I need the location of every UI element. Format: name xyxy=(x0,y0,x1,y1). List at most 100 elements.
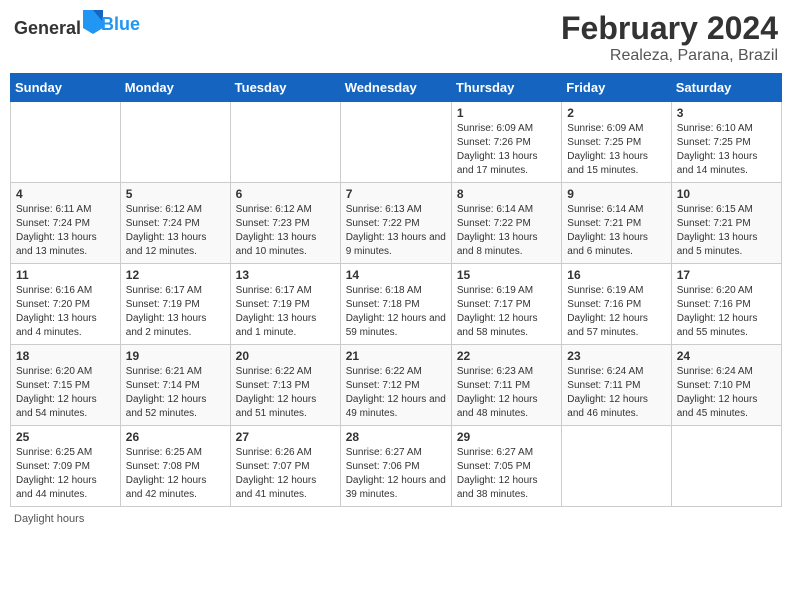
calendar-cell: 26 Sunrise: 6:25 AM Sunset: 7:08 PM Dayli… xyxy=(120,426,230,507)
day-info: Sunrise: 6:11 AM Sunset: 7:24 PM Dayligh… xyxy=(16,203,115,259)
day-number: 14 xyxy=(346,268,446,282)
day-info: Sunrise: 6:27 AM Sunset: 7:06 PM Dayligh… xyxy=(346,446,446,502)
day-number: 12 xyxy=(126,268,225,282)
calendar-cell: 4Sunrise: 6:11 AM Sunset: 7:24 PM Daylig… xyxy=(11,183,121,264)
day-info: Sunrise: 6:21 AM Sunset: 7:14 PM Dayligh… xyxy=(126,365,225,421)
day-number: 26 xyxy=(126,430,225,444)
day-number: 10 xyxy=(677,187,776,201)
calendar-cell: 3 Sunrise: 6:10 AM Sunset: 7:25 PM Daylig… xyxy=(671,102,781,183)
day-number: 16 xyxy=(567,268,665,282)
day-info: Sunrise: 6:12 AM Sunset: 7:23 PM Dayligh… xyxy=(236,203,335,259)
header: General Blue February 2024 Realeza, Para… xyxy=(10,10,782,65)
calendar-cell: 24Sunrise: 6:24 AM Sunset: 7:10 PM Dayli… xyxy=(671,345,781,426)
week-row-3: 11 Sunrise: 6:16 AM Sunset: 7:20 PM Dayli… xyxy=(11,264,782,345)
day-info: Sunrise: 6:09 AM Sunset: 7:26 PM Dayligh… xyxy=(457,122,556,178)
day-number: 15 xyxy=(457,268,556,282)
title-section: February 2024 Realeza, Parana, Brazil xyxy=(561,10,778,65)
calendar-cell: 12Sunrise: 6:17 AM Sunset: 7:19 PM Dayli… xyxy=(120,264,230,345)
calendar-cell: 16 Sunrise: 6:19 AM Sunset: 7:16 PM Dayli… xyxy=(562,264,671,345)
main-title: February 2024 xyxy=(561,10,778,47)
day-info: Sunrise: 6:14 AM Sunset: 7:22 PM Dayligh… xyxy=(457,203,556,259)
day-info: Sunrise: 6:18 AM Sunset: 7:18 PM Dayligh… xyxy=(346,284,446,340)
sub-title: Realeza, Parana, Brazil xyxy=(561,47,778,65)
day-number: 9 xyxy=(567,187,665,201)
day-info: Sunrise: 6:15 AM Sunset: 7:21 PM Dayligh… xyxy=(677,203,776,259)
calendar-body: 1 Sunrise: 6:09 AM Sunset: 7:26 PM Daylig… xyxy=(11,102,782,507)
calendar-cell: 28 Sunrise: 6:27 AM Sunset: 7:06 PM Dayli… xyxy=(340,426,451,507)
calendar-cell: 17 Sunrise: 6:20 AM Sunset: 7:16 PM Dayli… xyxy=(671,264,781,345)
day-of-week-row: SundayMondayTuesdayWednesdayThursdayFrid… xyxy=(11,74,782,102)
calendar-cell: 1 Sunrise: 6:09 AM Sunset: 7:26 PM Daylig… xyxy=(451,102,561,183)
day-info: Sunrise: 6:19 AM Sunset: 7:16 PM Dayligh… xyxy=(567,284,665,340)
day-info: Sunrise: 6:22 AM Sunset: 7:13 PM Dayligh… xyxy=(236,365,335,421)
day-number: 2 xyxy=(567,106,665,120)
calendar-cell: 18 Sunrise: 6:20 AM Sunset: 7:15 PM Dayli… xyxy=(11,345,121,426)
calendar-cell xyxy=(671,426,781,507)
dow-header-thursday: Thursday xyxy=(451,74,561,102)
calendar-cell xyxy=(340,102,451,183)
day-number: 20 xyxy=(236,349,335,363)
dow-header-wednesday: Wednesday xyxy=(340,74,451,102)
calendar-cell: 29 Sunrise: 6:27 AM Sunset: 7:05 PM Dayli… xyxy=(451,426,561,507)
day-info: Sunrise: 6:27 AM Sunset: 7:05 PM Dayligh… xyxy=(457,446,556,502)
day-number: 22 xyxy=(457,349,556,363)
day-number: 21 xyxy=(346,349,446,363)
calendar-cell: 10 Sunrise: 6:15 AM Sunset: 7:21 PM Dayli… xyxy=(671,183,781,264)
dow-header-friday: Friday xyxy=(562,74,671,102)
dow-header-sunday: Sunday xyxy=(11,74,121,102)
day-info: Sunrise: 6:19 AM Sunset: 7:17 PM Dayligh… xyxy=(457,284,556,340)
day-info: Sunrise: 6:20 AM Sunset: 7:16 PM Dayligh… xyxy=(677,284,776,340)
day-number: 28 xyxy=(346,430,446,444)
calendar-cell: 13Sunrise: 6:17 AM Sunset: 7:19 PM Dayli… xyxy=(230,264,340,345)
calendar-cell xyxy=(562,426,671,507)
calendar-cell: 8 Sunrise: 6:14 AM Sunset: 7:22 PM Daylig… xyxy=(451,183,561,264)
dow-header-monday: Monday xyxy=(120,74,230,102)
calendar-cell: 5Sunrise: 6:12 AM Sunset: 7:24 PM Daylig… xyxy=(120,183,230,264)
day-number: 29 xyxy=(457,430,556,444)
day-info: Sunrise: 6:26 AM Sunset: 7:07 PM Dayligh… xyxy=(236,446,335,502)
calendar-cell: 21 Sunrise: 6:22 AM Sunset: 7:12 PM Dayli… xyxy=(340,345,451,426)
day-info: Sunrise: 6:25 AM Sunset: 7:09 PM Dayligh… xyxy=(16,446,115,502)
calendar-cell: 14 Sunrise: 6:18 AM Sunset: 7:18 PM Dayli… xyxy=(340,264,451,345)
day-info: Sunrise: 6:12 AM Sunset: 7:24 PM Dayligh… xyxy=(126,203,225,259)
calendar-cell: 6Sunrise: 6:12 AM Sunset: 7:23 PM Daylig… xyxy=(230,183,340,264)
calendar-cell: 11 Sunrise: 6:16 AM Sunset: 7:20 PM Dayli… xyxy=(11,264,121,345)
day-number: 25 xyxy=(16,430,115,444)
week-row-5: 25 Sunrise: 6:25 AM Sunset: 7:09 PM Dayli… xyxy=(11,426,782,507)
logo-general: General xyxy=(14,18,81,38)
week-row-1: 1 Sunrise: 6:09 AM Sunset: 7:26 PM Daylig… xyxy=(11,102,782,183)
logo-blue: Blue xyxy=(101,14,140,35)
calendar-cell: 25 Sunrise: 6:25 AM Sunset: 7:09 PM Dayli… xyxy=(11,426,121,507)
day-number: 11 xyxy=(16,268,115,282)
calendar-cell: 22 Sunrise: 6:23 AM Sunset: 7:11 PM Dayli… xyxy=(451,345,561,426)
calendar-cell: 7Sunrise: 6:13 AM Sunset: 7:22 PM Daylig… xyxy=(340,183,451,264)
day-number: 24 xyxy=(677,349,776,363)
day-number: 3 xyxy=(677,106,776,120)
calendar-cell: 20 Sunrise: 6:22 AM Sunset: 7:13 PM Dayli… xyxy=(230,345,340,426)
calendar: SundayMondayTuesdayWednesdayThursdayFrid… xyxy=(10,73,782,507)
day-info: Sunrise: 6:16 AM Sunset: 7:20 PM Dayligh… xyxy=(16,284,115,340)
calendar-cell xyxy=(120,102,230,183)
calendar-cell: 27 Sunrise: 6:26 AM Sunset: 7:07 PM Dayli… xyxy=(230,426,340,507)
day-number: 17 xyxy=(677,268,776,282)
day-info: Sunrise: 6:13 AM Sunset: 7:22 PM Dayligh… xyxy=(346,203,446,259)
day-number: 8 xyxy=(457,187,556,201)
day-info: Sunrise: 6:23 AM Sunset: 7:11 PM Dayligh… xyxy=(457,365,556,421)
calendar-cell: 2 Sunrise: 6:09 AM Sunset: 7:25 PM Daylig… xyxy=(562,102,671,183)
day-info: Sunrise: 6:20 AM Sunset: 7:15 PM Dayligh… xyxy=(16,365,115,421)
day-info: Sunrise: 6:17 AM Sunset: 7:19 PM Dayligh… xyxy=(236,284,335,340)
day-number: 18 xyxy=(16,349,115,363)
calendar-cell xyxy=(230,102,340,183)
dow-header-tuesday: Tuesday xyxy=(230,74,340,102)
day-info: Sunrise: 6:24 AM Sunset: 7:11 PM Dayligh… xyxy=(567,365,665,421)
day-info: Sunrise: 6:22 AM Sunset: 7:12 PM Dayligh… xyxy=(346,365,446,421)
week-row-2: 4Sunrise: 6:11 AM Sunset: 7:24 PM Daylig… xyxy=(11,183,782,264)
day-info: Sunrise: 6:25 AM Sunset: 7:08 PM Dayligh… xyxy=(126,446,225,502)
calendar-cell: 19Sunrise: 6:21 AM Sunset: 7:14 PM Dayli… xyxy=(120,345,230,426)
logo-icon xyxy=(83,10,103,34)
day-number: 23 xyxy=(567,349,665,363)
day-info: Sunrise: 6:10 AM Sunset: 7:25 PM Dayligh… xyxy=(677,122,776,178)
day-number: 27 xyxy=(236,430,335,444)
day-info: Sunrise: 6:09 AM Sunset: 7:25 PM Dayligh… xyxy=(567,122,665,178)
day-number: 1 xyxy=(457,106,556,120)
